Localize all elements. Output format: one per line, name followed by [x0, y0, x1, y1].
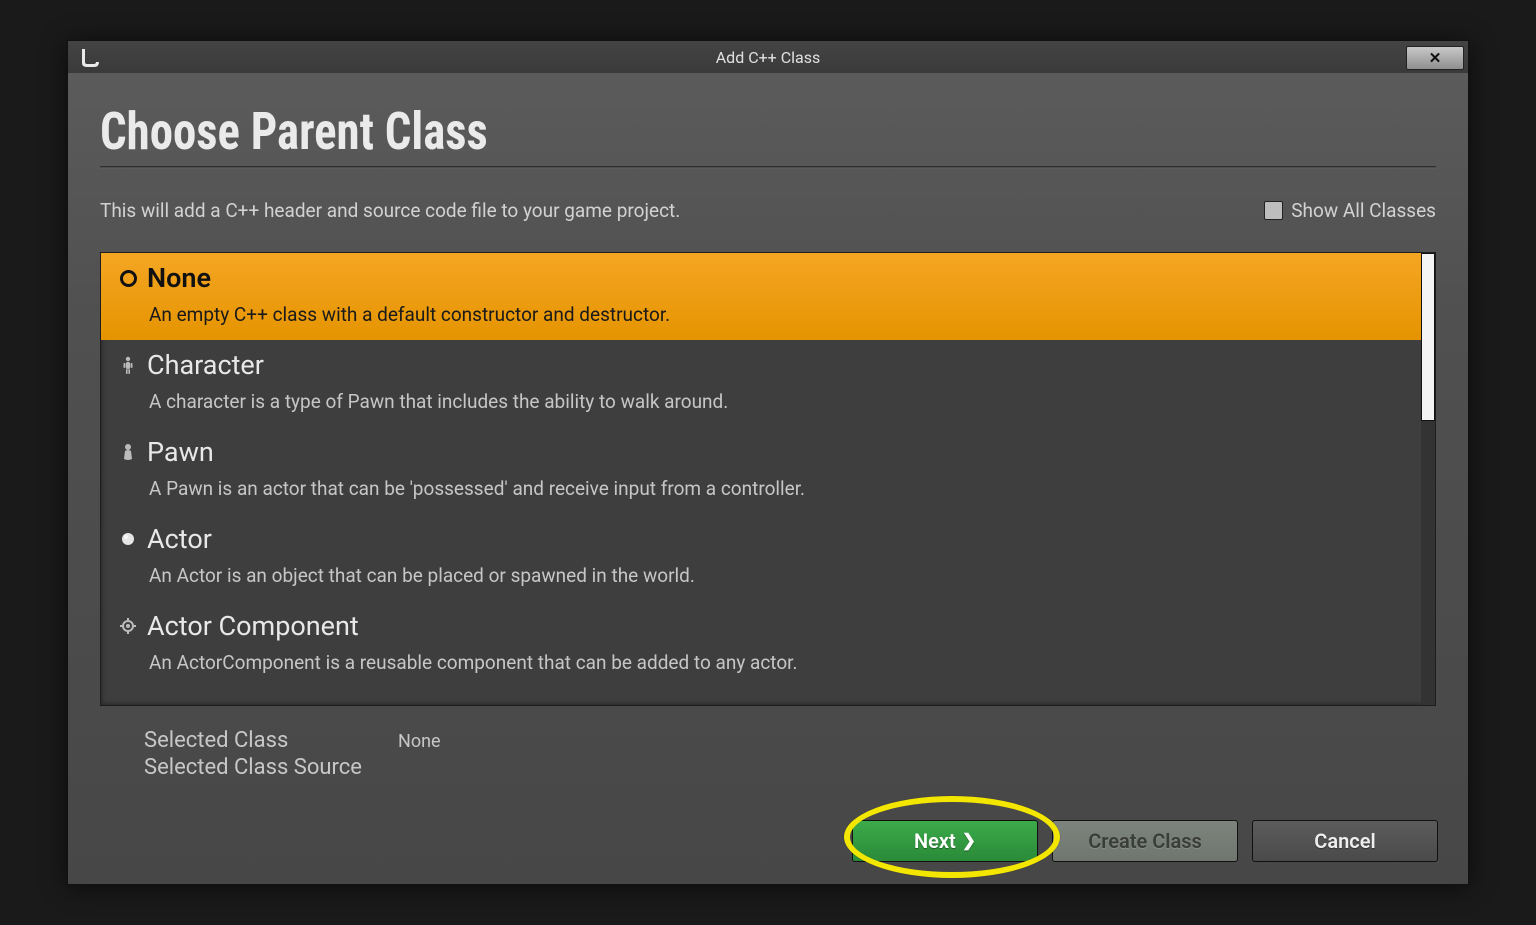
close-button[interactable]: ✕ [1406, 46, 1464, 70]
page-title: Choose Parent Class [100, 101, 1302, 162]
class-name: Actor [147, 523, 212, 555]
class-desc: An ActorComponent is a reusable componen… [149, 651, 1403, 674]
titlebar: Add C++ Class ✕ [68, 41, 1468, 74]
class-desc: An Actor is an object that can be placed… [149, 564, 1403, 587]
dialog-content: Choose Parent Class This will add a C++ … [68, 73, 1468, 884]
selected-class-label: Selected Class [144, 728, 398, 753]
scrollbar[interactable] [1421, 253, 1435, 705]
scrollbar-thumb[interactable] [1421, 253, 1435, 421]
show-all-classes-checkbox[interactable]: Show All Classes [1264, 199, 1436, 222]
parent-class-list: None An empty C++ class with a default c… [100, 252, 1436, 706]
class-item-pawn[interactable]: Pawn A Pawn is an actor that can be 'pos… [101, 427, 1421, 514]
class-item-none[interactable]: None An empty C++ class with a default c… [101, 253, 1421, 340]
class-item-actor-component[interactable]: Actor Component An ActorComponent is a r… [101, 601, 1421, 688]
pawn-icon [119, 443, 137, 461]
class-name: Actor Component [147, 610, 359, 642]
selected-class-value: None [398, 728, 1436, 753]
create-class-button: Create Class [1052, 820, 1238, 862]
class-desc: A Pawn is an actor that can be 'possesse… [149, 477, 1403, 500]
cancel-label: Cancel [1314, 829, 1375, 853]
character-icon [119, 356, 137, 374]
add-cpp-class-window: Add C++ Class ✕ Choose Parent Class This… [67, 40, 1469, 885]
component-icon [119, 617, 137, 635]
close-icon: ✕ [1429, 49, 1442, 67]
class-list-viewport: None An empty C++ class with a default c… [101, 253, 1421, 705]
class-item-actor[interactable]: Actor An Actor is an object that can be … [101, 514, 1421, 601]
class-name: Character [147, 349, 264, 381]
actor-icon [119, 530, 137, 548]
next-button[interactable]: Next ❯ [852, 820, 1038, 862]
description-text: This will add a C++ header and source co… [100, 199, 680, 222]
selected-class-source-value [398, 755, 1436, 780]
cancel-button[interactable]: Cancel [1252, 820, 1438, 862]
create-label: Create Class [1088, 829, 1202, 853]
chevron-right-icon: ❯ [962, 831, 976, 851]
radio-icon [119, 269, 137, 287]
next-label: Next [914, 829, 956, 853]
description-row: This will add a C++ header and source co… [100, 199, 1436, 222]
selected-class-source-label: Selected Class Source [144, 755, 398, 780]
class-desc: An empty C++ class with a default constr… [149, 303, 1403, 326]
class-desc: A character is a type of Pawn that inclu… [149, 390, 1403, 413]
window-title: Add C++ Class [68, 48, 1468, 67]
checkbox-icon [1264, 201, 1283, 220]
selected-info: Selected Class None Selected Class Sourc… [144, 728, 1436, 780]
class-name: Pawn [147, 436, 214, 468]
title-divider [100, 166, 1436, 169]
dialog-buttons: Next ❯ Create Class Cancel [852, 820, 1438, 862]
unreal-logo-icon [68, 41, 106, 73]
class-item-character[interactable]: Character A character is a type of Pawn … [101, 340, 1421, 427]
class-name: None [147, 262, 211, 294]
show-all-label: Show All Classes [1291, 199, 1436, 222]
